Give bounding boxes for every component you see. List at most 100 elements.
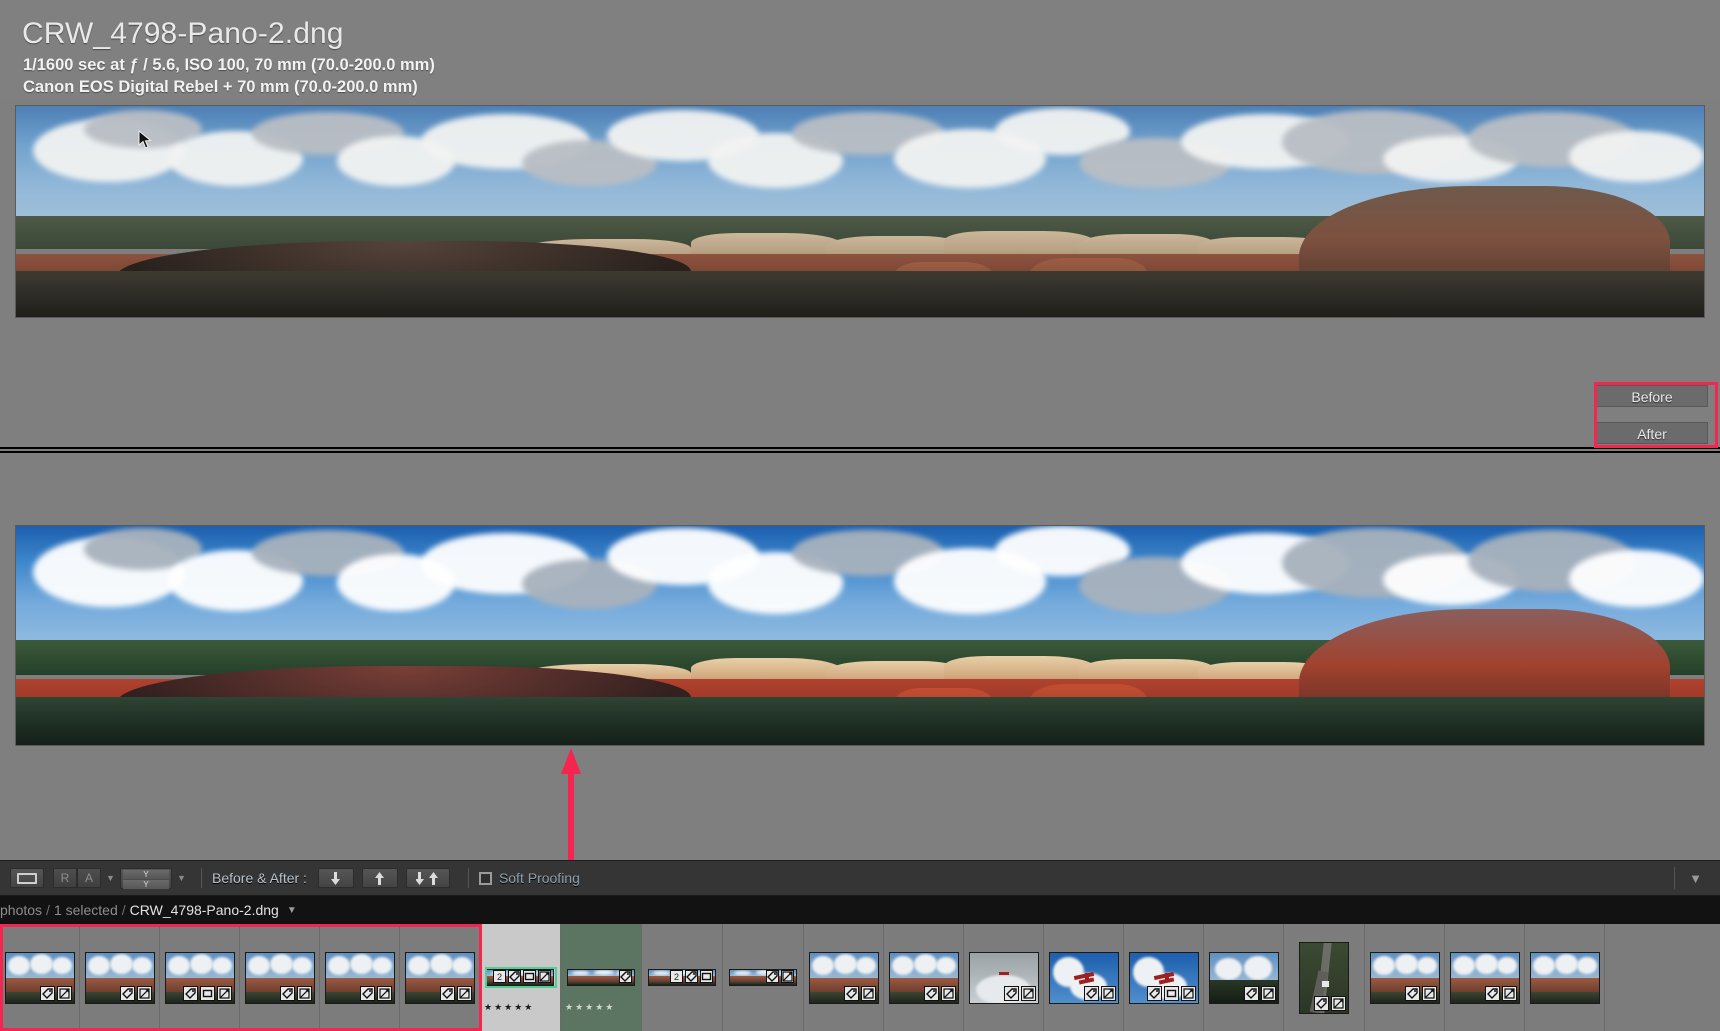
- chevron-down-icon[interactable]: ▼: [106, 867, 115, 889]
- develop-badge-icon[interactable]: [538, 970, 551, 983]
- star-rating[interactable]: ★★★★★: [565, 1002, 615, 1013]
- filmstrip-cell-source-frame-4[interactable]: [240, 924, 320, 1031]
- filmstrip-cell-mesa-photo-1[interactable]: [1365, 924, 1445, 1031]
- thumbnail-panorama-stack[interactable]: 2: [648, 969, 716, 986]
- filmstrip-cell-source-frame-3[interactable]: [160, 924, 240, 1031]
- filmstrip-cell-panorama-alt[interactable]: ★★★★★: [561, 924, 642, 1031]
- filmstrip-cell-mesa-photo-3[interactable]: [1525, 924, 1605, 1031]
- filmstrip-cell-source-frame-2[interactable]: [80, 924, 160, 1031]
- arrow-down-icon[interactable]: [317, 868, 354, 888]
- before-image[interactable]: [15, 105, 1705, 318]
- develop-badge-icon[interactable]: [56, 985, 72, 1001]
- thumbnail-distant-plane-photo[interactable]: [968, 951, 1039, 1004]
- filmstrip-cell-biplane-photo-2[interactable]: [1124, 924, 1204, 1031]
- tag-badge-icon[interactable]: [923, 985, 939, 1001]
- crop-badge-icon[interactable]: [523, 970, 536, 983]
- filmstrip-cell-mesa-photo-2[interactable]: [1445, 924, 1525, 1031]
- tag-badge-icon[interactable]: [182, 985, 198, 1001]
- filmstrip-cell-source-frame-6[interactable]: [400, 924, 480, 1031]
- tag-badge-icon[interactable]: [1314, 995, 1329, 1011]
- filmstrip[interactable]: 2 ★★★★★ ★★★★★ 2: [0, 924, 1720, 1031]
- tag-badge-icon[interactable]: [119, 985, 135, 1001]
- develop-badge-icon[interactable]: [296, 985, 312, 1001]
- thumbnail-source-frame-3[interactable]: [164, 951, 235, 1004]
- tag-badge-icon[interactable]: [1484, 985, 1500, 1001]
- thumbnail-mesa-photo-1[interactable]: [1369, 951, 1440, 1004]
- tag-badge-icon[interactable]: [685, 970, 698, 983]
- before-label-button[interactable]: Before: [1596, 385, 1708, 407]
- after-pane[interactable]: [0, 453, 1720, 860]
- filmstrip-cell-panorama-other[interactable]: [723, 924, 804, 1031]
- thumbnail-panorama-other[interactable]: [729, 969, 797, 986]
- thumbnail-butte-photo-2[interactable]: [888, 951, 959, 1004]
- tag-badge-icon[interactable]: [279, 985, 295, 1001]
- develop-badge-icon[interactable]: [1180, 985, 1196, 1001]
- tag-badge-icon[interactable]: [1243, 985, 1259, 1001]
- active-label[interactable]: A: [77, 868, 101, 888]
- crop-badge-icon[interactable]: [199, 985, 215, 1001]
- tag-badge-icon[interactable]: [1146, 985, 1162, 1001]
- before-pane[interactable]: [0, 100, 1720, 447]
- thumbnail-winding-road-photo[interactable]: [1299, 941, 1349, 1014]
- filmstrip-cell-panorama-active[interactable]: 2 ★★★★★: [480, 924, 561, 1031]
- soft-proofing-label[interactable]: Soft Proofing: [499, 870, 580, 886]
- develop-badge-icon[interactable]: [376, 985, 392, 1001]
- reference-label[interactable]: R: [53, 868, 77, 888]
- develop-badge-icon[interactable]: [1260, 985, 1276, 1001]
- develop-badge-icon[interactable]: [860, 985, 876, 1001]
- tag-badge-icon[interactable]: [439, 985, 455, 1001]
- develop-badge-icon[interactable]: [136, 985, 152, 1001]
- develop-badge-icon[interactable]: [1421, 985, 1437, 1001]
- filmstrip-cell-biplane-photo-1[interactable]: [1044, 924, 1124, 1031]
- tag-badge-icon[interactable]: [1404, 985, 1420, 1001]
- thumbnail-biplane-photo-1[interactable]: [1048, 951, 1119, 1004]
- develop-badge-icon[interactable]: [456, 985, 472, 1001]
- thumbnail-trees-sky-photo[interactable]: [1208, 951, 1279, 1004]
- soft-proofing-checkbox[interactable]: [478, 871, 492, 885]
- thumbnail-source-frame-6[interactable]: [404, 951, 475, 1004]
- thumbnail-source-frame-4[interactable]: [244, 951, 315, 1004]
- develop-badge-icon[interactable]: [1020, 985, 1036, 1001]
- arrow-up-icon[interactable]: [361, 868, 398, 888]
- arrow-down-up-icon[interactable]: [405, 868, 450, 888]
- develop-badge-icon[interactable]: [216, 985, 232, 1001]
- develop-badge-icon[interactable]: [781, 970, 794, 983]
- current-filename-label[interactable]: CRW_4798-Pano-2.dng: [130, 902, 279, 918]
- stack-badge-icon[interactable]: 2: [493, 970, 506, 983]
- tag-badge-icon[interactable]: [619, 970, 632, 983]
- chevron-down-icon[interactable]: ▼: [287, 905, 297, 916]
- filmstrip-cell-butte-photo-2[interactable]: [884, 924, 964, 1031]
- stack-badge-icon[interactable]: 2: [670, 970, 683, 983]
- tag-badge-icon[interactable]: [39, 985, 55, 1001]
- crop-badge-icon[interactable]: [700, 970, 713, 983]
- crop-badge-icon[interactable]: [1163, 985, 1179, 1001]
- chevron-down-icon[interactable]: ▼: [1689, 871, 1702, 886]
- chevron-down-icon[interactable]: ▼: [177, 867, 186, 889]
- thumbnail-panorama-active[interactable]: 2: [486, 969, 554, 986]
- filmstrip-cell-source-frame-1[interactable]: [0, 924, 80, 1031]
- star-rating[interactable]: ★★★★★: [484, 1002, 534, 1013]
- thumbnail-mesa-photo-3[interactable]: [1529, 951, 1600, 1004]
- filmstrip-cell-distant-plane-photo[interactable]: [964, 924, 1044, 1031]
- reference-active-toggle[interactable]: R A: [53, 868, 101, 888]
- tag-badge-icon[interactable]: [508, 970, 521, 983]
- develop-badge-icon[interactable]: [940, 985, 956, 1001]
- thumbnail-biplane-photo-2[interactable]: [1128, 951, 1199, 1004]
- thumbnail-source-frame-2[interactable]: [84, 951, 155, 1004]
- thumbnail-source-frame-1[interactable]: [4, 951, 75, 1004]
- before-after-split-top-bottom-icon[interactable]: Y Y: [120, 867, 172, 889]
- thumbnail-butte-photo-1[interactable]: [808, 951, 879, 1004]
- filmstrip-cell-source-frame-5[interactable]: [320, 924, 400, 1031]
- tag-badge-icon[interactable]: [359, 985, 375, 1001]
- tag-badge-icon[interactable]: [843, 985, 859, 1001]
- loupe-view-icon[interactable]: [10, 868, 44, 888]
- thumbnail-source-frame-5[interactable]: [324, 951, 395, 1004]
- after-label-button[interactable]: After: [1596, 422, 1708, 444]
- thumbnail-panorama-alt[interactable]: [567, 969, 635, 986]
- develop-badge-icon[interactable]: [1331, 995, 1346, 1011]
- tag-badge-icon[interactable]: [766, 970, 779, 983]
- filmstrip-cell-butte-photo-1[interactable]: [804, 924, 884, 1031]
- thumbnail-mesa-photo-2[interactable]: [1449, 951, 1520, 1004]
- filmstrip-cell-trees-sky-photo[interactable]: [1204, 924, 1284, 1031]
- tag-badge-icon[interactable]: [1003, 985, 1019, 1001]
